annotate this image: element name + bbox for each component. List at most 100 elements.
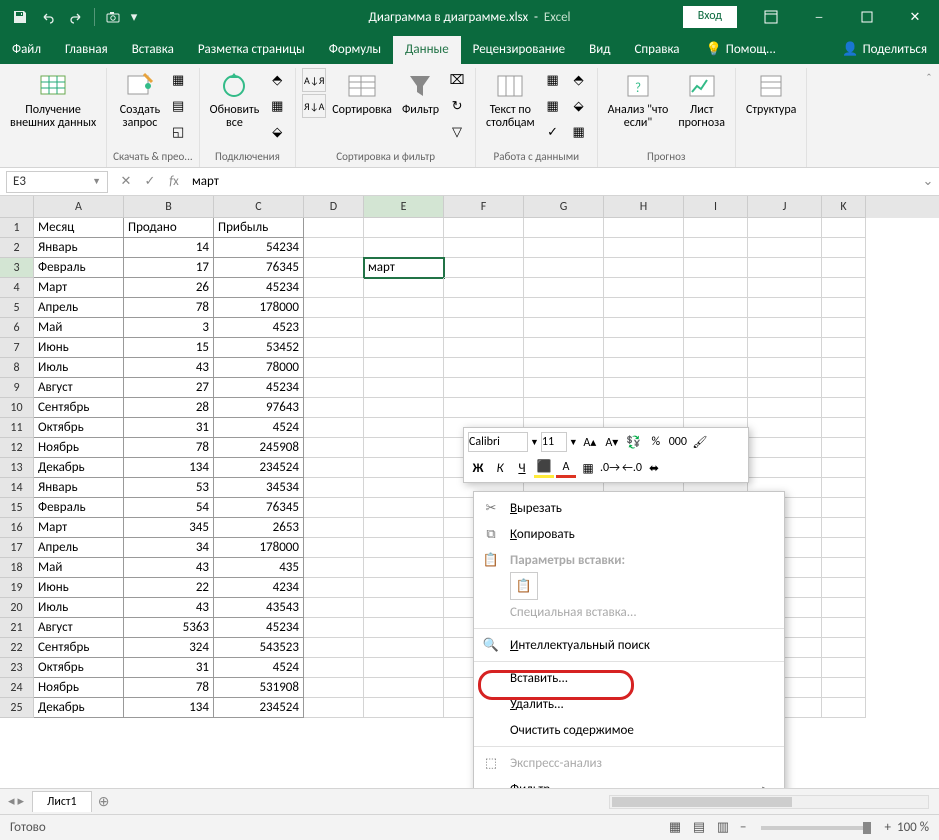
- increase-font-icon[interactable]: A▴: [580, 432, 600, 452]
- borders-icon[interactable]: ▦: [578, 458, 598, 478]
- cell[interactable]: Ноябрь: [34, 678, 124, 698]
- cell[interactable]: Январь: [34, 238, 124, 258]
- cell[interactable]: [604, 398, 684, 418]
- cell[interactable]: 31: [124, 418, 214, 438]
- enter-fx-icon[interactable]: ✓: [138, 171, 162, 193]
- menu-item[interactable]: ⧉Копировать: [474, 521, 784, 547]
- row-header[interactable]: 4: [0, 278, 34, 298]
- cell[interactable]: [304, 678, 364, 698]
- sort-za-icon[interactable]: Я↓А: [302, 94, 326, 118]
- cell[interactable]: Октябрь: [34, 658, 124, 678]
- column-header[interactable]: E: [364, 196, 444, 218]
- properties-icon[interactable]: ▦: [265, 94, 289, 118]
- cell[interactable]: 178000: [214, 538, 304, 558]
- cell[interactable]: [524, 238, 604, 258]
- cell[interactable]: [304, 298, 364, 318]
- cell[interactable]: [822, 618, 866, 638]
- page-layout-view-icon[interactable]: ▤: [688, 819, 710, 837]
- cell[interactable]: [822, 638, 866, 658]
- cell[interactable]: [604, 278, 684, 298]
- cell[interactable]: 15: [124, 338, 214, 358]
- cell[interactable]: 22: [124, 578, 214, 598]
- row-header[interactable]: 21: [0, 618, 34, 638]
- column-header[interactable]: I: [684, 196, 748, 218]
- column-header[interactable]: D: [304, 196, 364, 218]
- get-external-data-button[interactable]: Получение внешних данных: [6, 68, 100, 132]
- cell[interactable]: [822, 358, 866, 378]
- cell[interactable]: 4524: [214, 418, 304, 438]
- row-header[interactable]: 10: [0, 398, 34, 418]
- sort-button[interactable]: Сортировка: [328, 68, 396, 119]
- cell[interactable]: Март: [34, 518, 124, 538]
- row-header[interactable]: 5: [0, 298, 34, 318]
- row-header[interactable]: 15: [0, 498, 34, 518]
- row-header[interactable]: 19: [0, 578, 34, 598]
- cell[interactable]: 76345: [214, 258, 304, 278]
- cell[interactable]: [684, 298, 748, 318]
- cell[interactable]: 78: [124, 298, 214, 318]
- menu-item[interactable]: Вставить...: [474, 665, 784, 691]
- cell[interactable]: [748, 338, 822, 358]
- cell[interactable]: [748, 458, 822, 478]
- save-icon[interactable]: [6, 2, 34, 32]
- cell[interactable]: [822, 518, 866, 538]
- data-validation-icon[interactable]: ✓: [541, 120, 565, 144]
- expand-fx-icon[interactable]: ⌄: [917, 174, 939, 189]
- cell[interactable]: Октябрь: [34, 418, 124, 438]
- cell[interactable]: [304, 378, 364, 398]
- cell[interactable]: [444, 278, 524, 298]
- cell[interactable]: [604, 378, 684, 398]
- connections-icon[interactable]: ⬘: [265, 68, 289, 92]
- cell[interactable]: [604, 218, 684, 238]
- row-header[interactable]: 22: [0, 638, 34, 658]
- menu-item[interactable]: Фильтр▶: [474, 776, 784, 788]
- cell[interactable]: [822, 538, 866, 558]
- cell[interactable]: 31: [124, 658, 214, 678]
- cell[interactable]: [684, 398, 748, 418]
- minimize-icon[interactable]: ─: [795, 0, 843, 34]
- cell[interactable]: Месяц: [34, 218, 124, 238]
- cell[interactable]: Сентябрь: [34, 398, 124, 418]
- qat-dropdown-icon[interactable]: ▾: [127, 2, 141, 32]
- cell[interactable]: [444, 358, 524, 378]
- cell[interactable]: 134: [124, 698, 214, 718]
- normal-view-icon[interactable]: ▦: [664, 819, 686, 837]
- cell[interactable]: [444, 238, 524, 258]
- cell[interactable]: [822, 258, 866, 278]
- cell[interactable]: [444, 218, 524, 238]
- cell[interactable]: 78: [124, 438, 214, 458]
- cell[interactable]: [748, 398, 822, 418]
- cell[interactable]: [364, 298, 444, 318]
- cell[interactable]: [822, 398, 866, 418]
- filter-button[interactable]: Фильтр: [398, 68, 443, 119]
- cell[interactable]: 4234: [214, 578, 304, 598]
- cell[interactable]: 27: [124, 378, 214, 398]
- cell[interactable]: 234524: [214, 698, 304, 718]
- column-header[interactable]: J: [748, 196, 822, 218]
- recent-sources-icon[interactable]: ◱: [166, 120, 190, 144]
- cell[interactable]: [304, 538, 364, 558]
- select-all-corner[interactable]: [0, 196, 34, 218]
- cell[interactable]: [364, 558, 444, 578]
- cell[interactable]: [364, 578, 444, 598]
- worksheet-grid[interactable]: ABCDEFGHIJK 1МесяцПроданоПрибыль2Январь1…: [0, 196, 939, 788]
- cell[interactable]: 178000: [214, 298, 304, 318]
- manage-model-icon[interactable]: ▦: [567, 120, 591, 144]
- cell[interactable]: [604, 258, 684, 278]
- cell[interactable]: Январь: [34, 478, 124, 498]
- row-header[interactable]: 24: [0, 678, 34, 698]
- relationships-icon[interactable]: ⬙: [567, 94, 591, 118]
- cell[interactable]: 435: [214, 558, 304, 578]
- tab-help[interactable]: Справка: [622, 36, 691, 64]
- format-painter-icon[interactable]: 🖌: [690, 432, 710, 452]
- cell[interactable]: 34: [124, 538, 214, 558]
- cell[interactable]: 54234: [214, 238, 304, 258]
- row-header[interactable]: 9: [0, 378, 34, 398]
- outline-button[interactable]: Структура: [742, 68, 800, 119]
- cell[interactable]: [604, 298, 684, 318]
- cell[interactable]: [748, 258, 822, 278]
- cell[interactable]: [304, 338, 364, 358]
- cell[interactable]: [822, 478, 866, 498]
- cell[interactable]: [748, 438, 822, 458]
- cell[interactable]: [364, 318, 444, 338]
